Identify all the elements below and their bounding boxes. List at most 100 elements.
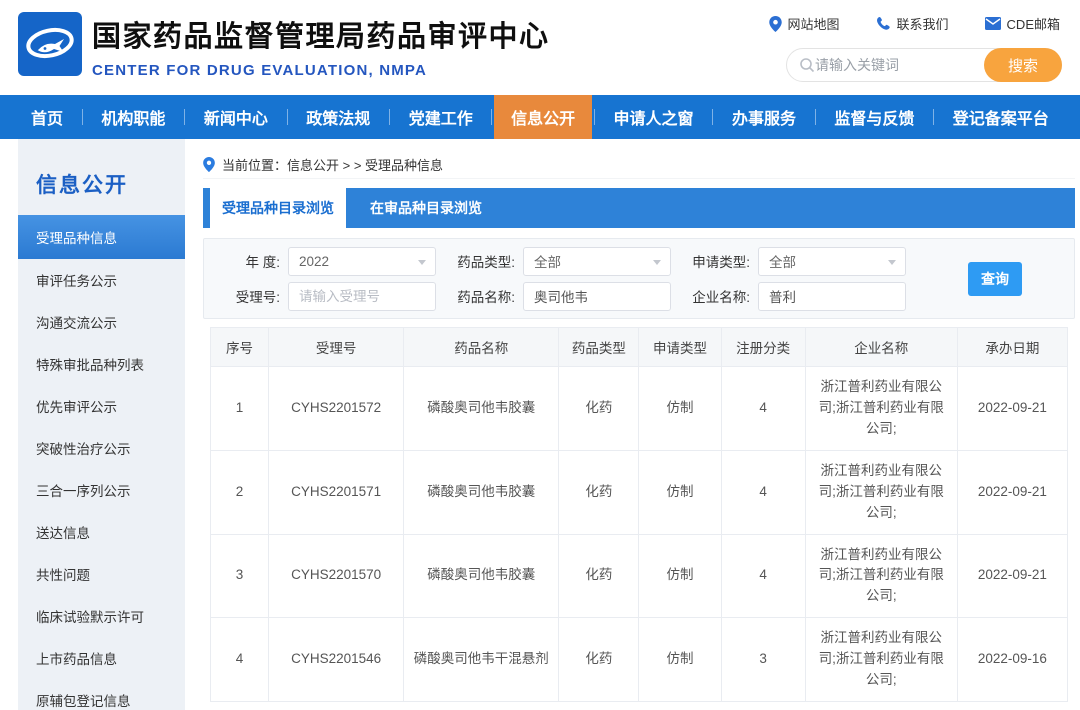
cell-date: 2022-09-16 [957, 618, 1067, 702]
nav-item-party[interactable]: 党建工作 [392, 95, 490, 139]
cell-drug-name: 磷酸奥司他韦胶囊 [404, 450, 559, 534]
breadcrumb-text: 当前位置：信息公开 > > 受理品种信息 [222, 155, 443, 174]
cell-acceptance-no: CYHS2201546 [269, 618, 404, 702]
cell-registration-class: 4 [721, 450, 805, 534]
sidebar-item-clinical-trial-license[interactable]: 临床试验默示许可 [18, 595, 185, 637]
chevron-down-icon [888, 260, 896, 265]
filter-acceptance-no: 受理号: [216, 282, 436, 311]
apply-type-select-value: 全部 [769, 251, 796, 271]
sidebar-item-breakthrough-therapy[interactable]: 突破性治疗公示 [18, 427, 185, 469]
cell-drug-type: 化药 [559, 534, 639, 618]
breadcrumb-pin-icon [203, 157, 215, 172]
sidebar-item-common-issues[interactable]: 共性问题 [18, 553, 185, 595]
nav-item-registration-platform[interactable]: 登记备案平台 [936, 95, 1066, 139]
nav-separator [815, 109, 816, 125]
drug-name-input[interactable] [523, 282, 671, 311]
sitemap-label: 网站地图 [788, 14, 840, 33]
sidebar-item-excipient-registration[interactable]: 原辅包登记信息 [18, 679, 185, 710]
search-input[interactable] [815, 57, 985, 73]
mail-icon [985, 17, 1001, 30]
nav-separator [933, 109, 934, 125]
cell-drug-name: 磷酸奥司他韦胶囊 [404, 534, 559, 618]
cell-drug-name: 磷酸奥司他韦胶囊 [404, 367, 559, 451]
cde-logo-icon [18, 12, 82, 76]
cell-drug-type: 化药 [559, 618, 639, 702]
cell-drug-type: 化药 [559, 367, 639, 451]
cell-index: 1 [211, 367, 269, 451]
nav-item-functions[interactable]: 机构职能 [84, 95, 182, 139]
nav-item-news[interactable]: 新闻中心 [187, 95, 285, 139]
sidebar-item-priority-review[interactable]: 优先审评公示 [18, 385, 185, 427]
cde-logo[interactable] [18, 12, 82, 76]
col-header-apply-type: 申请类型 [639, 328, 721, 367]
acceptance-no-input[interactable] [288, 282, 436, 311]
mailbox-label: CDE邮箱 [1007, 14, 1060, 33]
cell-apply-type: 仿制 [639, 450, 721, 534]
cell-drug-name: 磷酸奥司他韦干混悬剂 [404, 618, 559, 702]
nav-item-policies[interactable]: 政策法规 [289, 95, 387, 139]
sitemap-link[interactable]: 网站地图 [769, 14, 840, 33]
cell-drug-type: 化药 [559, 450, 639, 534]
col-header-drug-name: 药品名称 [404, 328, 559, 367]
filter-drug-name: 药品名称: [451, 282, 671, 311]
sidebar-item-communication[interactable]: 沟通交流公示 [18, 301, 185, 343]
chevron-down-icon [653, 260, 661, 265]
col-header-date: 承办日期 [957, 328, 1067, 367]
company-name-label: 企业名称: [686, 286, 758, 306]
cell-date: 2022-09-21 [957, 367, 1067, 451]
site-title: 国家药品监督管理局药品审评中心 [92, 13, 550, 55]
nav-item-applicant-window[interactable]: 申请人之窗 [597, 95, 711, 139]
cell-registration-class: 3 [721, 618, 805, 702]
filter-row-1: 年 度: 2022 药品类型: 全部 申请 [216, 246, 954, 276]
cell-registration-class: 4 [721, 534, 805, 618]
cell-company: 浙江普利药业有限公司;浙江普利药业有限公司; [805, 618, 957, 702]
header-search-bar: 搜索 [786, 48, 1062, 82]
nav-separator [594, 109, 595, 125]
nav-item-info-disclosure[interactable]: 信息公开 [494, 95, 592, 139]
chevron-down-icon [418, 260, 426, 265]
cell-company: 浙江普利药业有限公司;浙江普利药业有限公司; [805, 534, 957, 618]
company-name-input[interactable] [758, 282, 906, 311]
apply-type-label: 申请类型: [686, 251, 758, 271]
tab-accepted-catalog[interactable]: 受理品种目录浏览 [210, 188, 346, 228]
sidebar-title: 信息公开 [36, 169, 185, 199]
cell-index: 4 [211, 618, 269, 702]
drug-type-label: 药品类型: [451, 251, 523, 271]
nav-item-services[interactable]: 办事服务 [715, 95, 813, 139]
drug-name-label: 药品名称: [451, 286, 523, 306]
year-select[interactable]: 2022 [288, 247, 436, 276]
cell-date: 2022-09-21 [957, 450, 1067, 534]
content-area: 信息公开 受理品种信息 审评任务公示 沟通交流公示 特殊审批品种列表 优先审评公… [0, 139, 1080, 710]
sidebar-item-accepted-varieties[interactable]: 受理品种信息 [18, 215, 185, 259]
filter-row-2: 受理号: 药品名称: 企业名称: [216, 281, 954, 311]
contact-link[interactable]: 联系我们 [876, 14, 949, 33]
tab-under-review-catalog[interactable]: 在审品种目录浏览 [346, 188, 506, 228]
drug-type-select[interactable]: 全部 [523, 247, 671, 276]
nav-separator [287, 109, 288, 125]
sidebar-item-marketed-drugs[interactable]: 上市药品信息 [18, 637, 185, 679]
breadcrumb: 当前位置：信息公开 > > 受理品种信息 [203, 151, 1075, 179]
sidebar-item-review-tasks[interactable]: 审评任务公示 [18, 259, 185, 301]
mailbox-link[interactable]: CDE邮箱 [985, 14, 1060, 33]
site-title-block: 国家药品监督管理局药品审评中心 CENTER FOR DRUG EVALUATI… [92, 13, 550, 79]
nav-separator [389, 109, 390, 125]
table-row: 3 CYHS2201570 磷酸奥司他韦胶囊 化药 仿制 4 浙江普利药业有限公… [211, 534, 1068, 618]
cell-index: 3 [211, 534, 269, 618]
sidebar-item-special-approval[interactable]: 特殊审批品种列表 [18, 343, 185, 385]
nav-item-supervision[interactable]: 监督与反馈 [817, 95, 931, 139]
cell-company: 浙江普利药业有限公司;浙江普利药业有限公司; [805, 367, 957, 451]
table-header-row: 序号 受理号 药品名称 药品类型 申请类型 注册分类 企业名称 承办日期 [211, 328, 1068, 367]
apply-type-select[interactable]: 全部 [758, 247, 906, 276]
nav-separator [184, 109, 185, 125]
col-header-drug-type: 药品类型 [559, 328, 639, 367]
cell-acceptance-no: CYHS2201571 [269, 450, 404, 534]
location-pin-icon [769, 16, 782, 32]
search-button[interactable]: 搜索 [984, 48, 1062, 82]
cell-registration-class: 4 [721, 367, 805, 451]
filter-year: 年 度: 2022 [216, 247, 436, 276]
sidebar: 信息公开 受理品种信息 审评任务公示 沟通交流公示 特殊审批品种列表 优先审评公… [18, 139, 185, 710]
sidebar-item-delivery-info[interactable]: 送达信息 [18, 511, 185, 553]
query-button[interactable]: 查询 [968, 262, 1022, 296]
nav-item-home[interactable]: 首页 [14, 95, 80, 139]
sidebar-item-three-in-one[interactable]: 三合一序列公示 [18, 469, 185, 511]
